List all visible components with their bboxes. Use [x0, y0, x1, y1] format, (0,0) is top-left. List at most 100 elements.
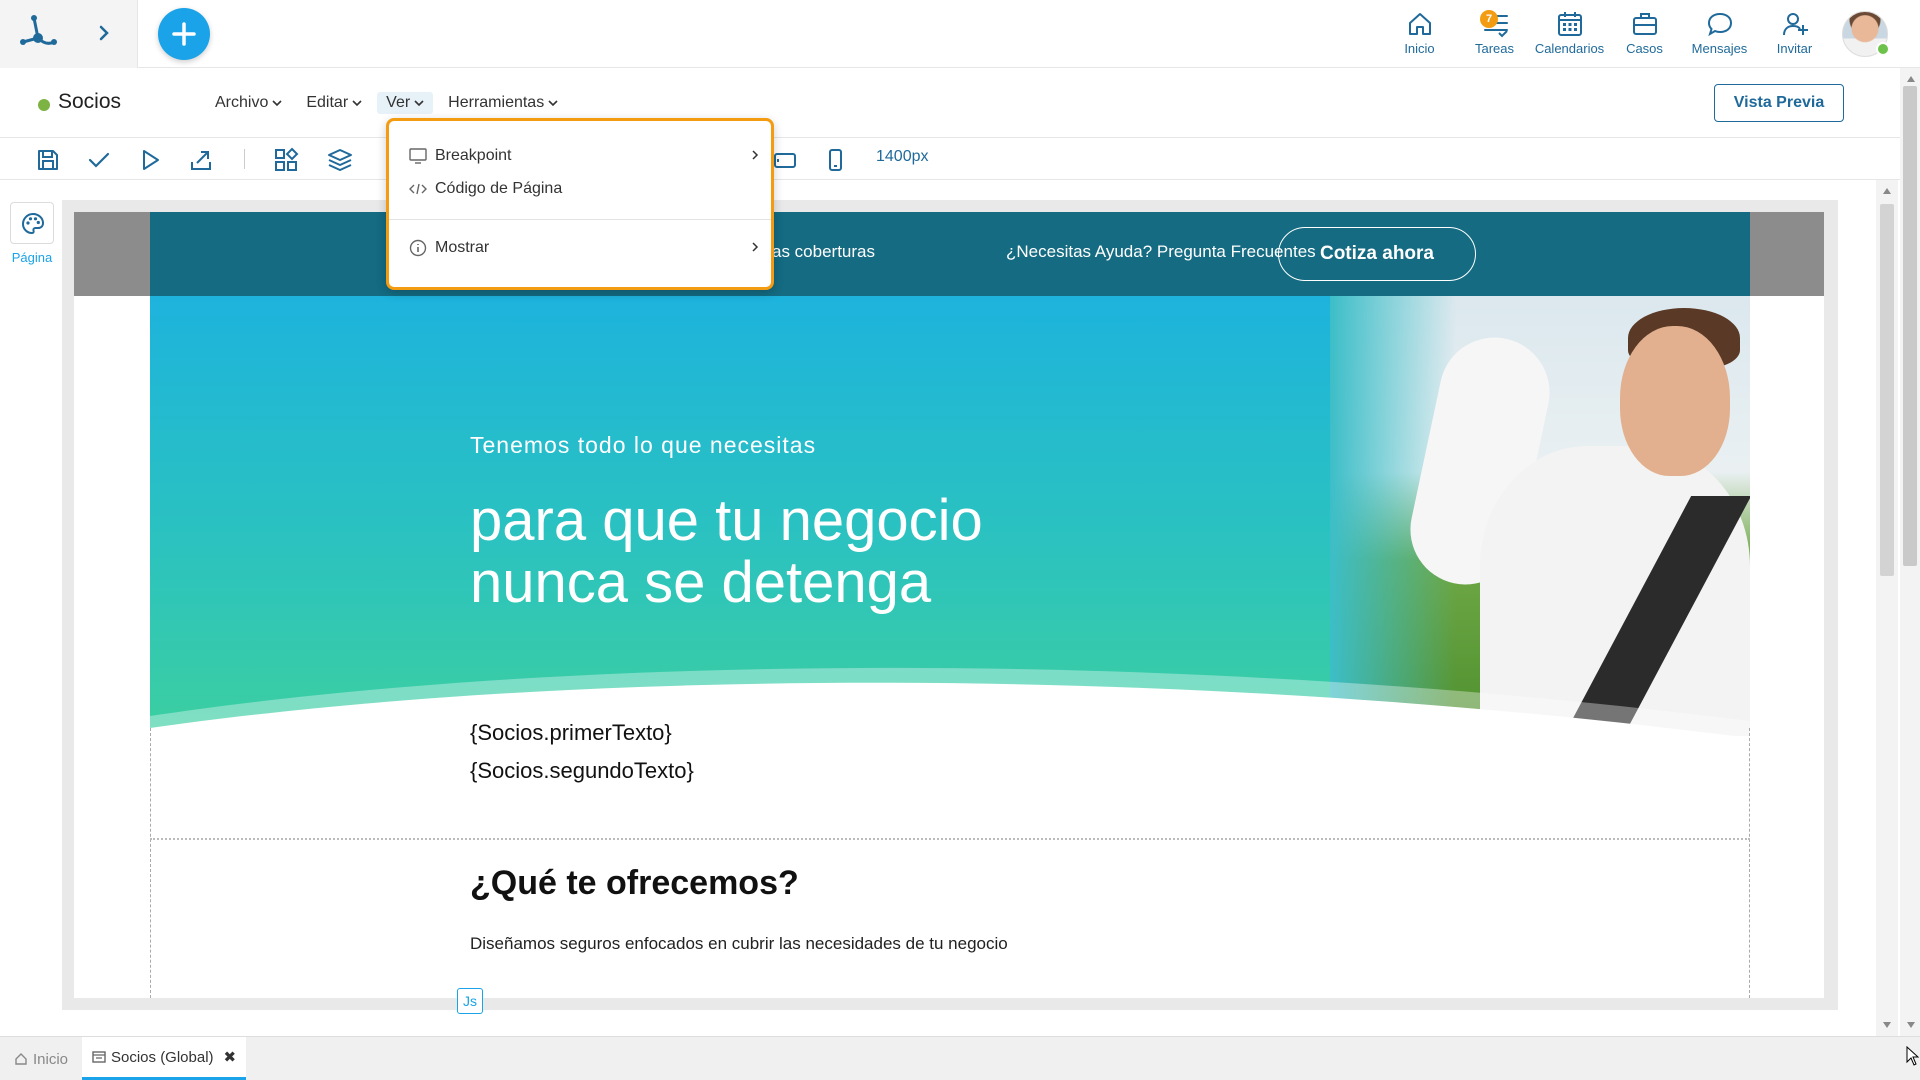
nav-calendarios[interactable]: Calendarios — [1532, 8, 1607, 60]
chevron-right-icon — [752, 150, 759, 160]
menu-item-mostrar[interactable]: Mostrar — [409, 235, 759, 261]
menu-item-label: Mostrar — [435, 239, 490, 256]
export-icon[interactable] — [187, 146, 215, 174]
nav-label: Casos — [1626, 41, 1663, 56]
chevron-right-icon[interactable] — [92, 20, 116, 46]
nav-inicio[interactable]: Inicio — [1382, 8, 1457, 60]
tab-label: Inicio — [33, 1050, 69, 1068]
close-tab-icon[interactable]: ✖ — [224, 1048, 237, 1066]
components-icon[interactable] — [272, 146, 300, 174]
play-icon[interactable] — [136, 146, 164, 174]
nav-invitar[interactable]: Invitar — [1757, 8, 1832, 60]
panel-label: Página — [11, 250, 53, 265]
top-bar: Inicio 7 Tareas Calendarios Casos Mensaj… — [0, 0, 1920, 68]
scroll-up-icon[interactable] — [1907, 76, 1915, 82]
scroll-up-icon[interactable] — [1883, 188, 1891, 194]
menu-editar[interactable]: Editar — [297, 92, 371, 114]
invite-icon — [1782, 13, 1808, 36]
canvas-scroll-thumb[interactable] — [1880, 204, 1894, 576]
menu-bar: Socios Archivo Editar Ver Herramientas V… — [0, 68, 1900, 138]
js-badge[interactable]: Js — [457, 988, 483, 1014]
hero-title-line: nunca se detenga — [470, 550, 932, 615]
mobile-icon[interactable] — [821, 146, 849, 174]
menu-item-codigo-pagina[interactable]: Código de Página — [409, 176, 759, 202]
check-icon[interactable] — [85, 146, 113, 174]
menu-archivo[interactable]: Archivo — [206, 92, 291, 114]
menu-item-label: Código de Página — [435, 180, 563, 197]
briefcase-icon — [1632, 13, 1657, 35]
chat-icon — [1707, 12, 1732, 37]
site-nav-link[interactable]: as coberturas — [772, 242, 875, 262]
quote-button[interactable]: Cotiza ahora — [1278, 227, 1476, 281]
plus-icon — [172, 22, 196, 46]
nav-label: Inicio — [1404, 41, 1435, 56]
home-icon — [1408, 13, 1431, 35]
hero-subtitle[interactable]: Tenemos todo lo que necesitas — [470, 432, 816, 459]
breakpoint-width[interactable]: 1400px — [876, 148, 929, 166]
nav-label: Calendarios — [1534, 41, 1605, 56]
palette-icon — [21, 212, 45, 235]
app-logo-icon[interactable] — [16, 12, 60, 56]
variable-text[interactable]: {Socios.primerTexto} — [470, 720, 672, 746]
page-title: Socios — [58, 90, 122, 113]
toolbar-divider — [244, 149, 245, 169]
hero-title-line: para que tu negocio — [470, 488, 983, 553]
nav-casos[interactable]: Casos — [1607, 8, 1682, 60]
nav-label: Mensajes — [1691, 41, 1748, 56]
section-divider — [150, 838, 1750, 840]
monitor-icon — [409, 148, 427, 164]
menu-label: Archivo — [215, 94, 269, 111]
left-panel: Página — [0, 180, 62, 1036]
save-icon[interactable] — [34, 146, 62, 174]
chevron-down-icon — [352, 100, 362, 107]
status-dot — [38, 99, 50, 111]
menu-item-label: Breakpoint — [435, 147, 512, 164]
menu-label: Ver — [386, 94, 411, 111]
hero-wave — [150, 667, 1750, 736]
menu-ver[interactable]: Ver — [377, 92, 434, 114]
chevron-down-icon — [414, 100, 424, 107]
add-button[interactable] — [158, 8, 210, 60]
page-style-button[interactable] — [10, 202, 54, 244]
home-icon — [15, 1053, 27, 1065]
ver-dropdown-menu: Breakpoint Código de Página Mostrar — [386, 118, 774, 290]
nav-tareas[interactable]: 7 Tareas — [1457, 8, 1532, 60]
top-navigation: Inicio 7 Tareas Calendarios Casos Mensaj… — [1382, 8, 1890, 60]
page-icon — [92, 1051, 106, 1063]
main-menu: Archivo Editar Ver Herramientas — [206, 92, 573, 114]
user-avatar[interactable] — [1842, 11, 1890, 57]
menu-herramientas[interactable]: Herramientas — [439, 92, 567, 114]
section-text[interactable]: Diseñamos seguros enfocados en cubrir la… — [470, 934, 1008, 954]
menu-label: Editar — [306, 94, 349, 111]
mouse-cursor-icon — [1906, 1046, 1920, 1066]
page-scroll-thumb[interactable] — [1903, 86, 1917, 566]
code-icon — [409, 183, 427, 195]
tab-socios-global[interactable]: Socios (Global) ✖ — [82, 1037, 247, 1080]
page-scrollbar[interactable] — [1900, 68, 1920, 1036]
canvas-scrollbar[interactable] — [1876, 180, 1898, 1036]
variable-text[interactable]: {Socios.segundoTexto} — [470, 758, 694, 784]
scroll-down-icon[interactable] — [1883, 1022, 1891, 1028]
logo-area — [0, 0, 138, 68]
layers-icon[interactable] — [326, 146, 354, 174]
menu-separator — [389, 219, 771, 220]
nav-label: Tareas — [1474, 41, 1515, 56]
scroll-down-icon[interactable] — [1907, 1022, 1915, 1028]
chevron-down-icon — [272, 100, 282, 107]
site-nav-link[interactable]: ¿Necesitas Ayuda? Pregunta Frecuentes — [1006, 242, 1316, 262]
editor-toolbar: 1400px — [0, 138, 1900, 180]
content-outline — [150, 728, 1750, 998]
tablet-landscape-icon[interactable] — [771, 146, 799, 174]
photo-face — [1620, 326, 1730, 476]
nav-label: Invitar — [1776, 41, 1813, 56]
section-title[interactable]: ¿Qué te ofrecemos? — [470, 864, 799, 903]
bottom-tab-bar: Inicio Socios (Global) ✖ — [0, 1036, 1920, 1080]
tab-inicio[interactable]: Inicio — [4, 1037, 78, 1080]
chevron-down-icon — [548, 100, 558, 107]
menu-item-breakpoint[interactable]: Breakpoint — [409, 143, 759, 169]
nav-mensajes[interactable]: Mensajes — [1682, 8, 1757, 60]
chevron-right-icon — [752, 242, 759, 252]
hero-title[interactable]: para que tu negocio nunca se detenga — [470, 490, 983, 614]
preview-button[interactable]: Vista Previa — [1714, 84, 1844, 122]
menu-label: Herramientas — [448, 94, 545, 111]
